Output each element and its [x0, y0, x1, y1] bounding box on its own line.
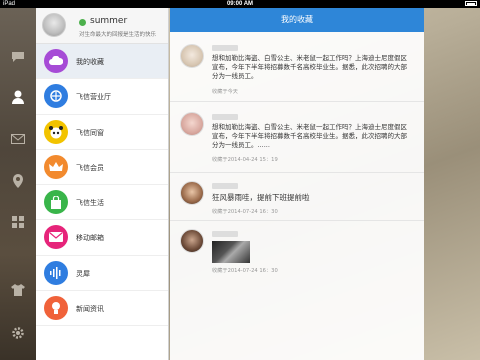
menu-item-label: 飞信同窗: [76, 128, 104, 137]
avatar[interactable]: [42, 13, 66, 37]
fetion-logo-icon: [44, 84, 68, 109]
menu-item-mobile-mail[interactable]: 移动邮箱: [36, 220, 168, 256]
avatar[interactable]: [180, 181, 204, 205]
menu-item-label: 移动邮箱: [76, 234, 104, 243]
mail-icon: [44, 225, 68, 250]
menu-item-favorites[interactable]: 我的收藏: [36, 44, 168, 80]
author-name-placeholder: [212, 114, 238, 120]
profile-signature: 对生命最大的回报是生活的快乐: [79, 32, 157, 38]
list-item[interactable]: 收藏于2014-07-24 16：30: [170, 221, 424, 281]
icon-rail: [0, 8, 36, 360]
news-icon: [44, 296, 68, 321]
person-icon[interactable]: [9, 88, 27, 106]
crown-icon: [44, 154, 68, 179]
location-pin-icon[interactable]: [9, 172, 27, 190]
menu-item-label: 灵犀: [76, 269, 90, 278]
author-name-placeholder: [212, 45, 238, 51]
post-time: 收藏于2014-07-24 16：30: [212, 268, 278, 274]
post-time: 收藏于今天: [212, 89, 238, 95]
menu-item-business-hall[interactable]: 飞信营业厅: [36, 79, 168, 115]
post-text: 想和加勒比海盗、白雪公主、米老鼠一起工作吗？上海迪士尼度假区宣布，今年下半年将招…: [212, 54, 407, 80]
menu-item-classmates[interactable]: 飞信同窗: [36, 115, 168, 150]
chat-bubble-icon[interactable]: [9, 48, 27, 66]
avatar[interactable]: [180, 44, 204, 68]
menu-item-label: 飞信营业厅: [76, 93, 111, 102]
battery-icon: [465, 1, 477, 6]
shopping-bag-icon: [44, 190, 68, 215]
menu-item-news[interactable]: 新闻资讯: [36, 291, 168, 327]
menu-item-label: 飞信生活: [76, 199, 104, 208]
favorites-panel: 我的收藏 想和加勒比海盗、白雪公主、米老鼠一起工作吗？上海迪士尼度假区宣布，今年…: [170, 8, 424, 360]
menu-item-lingxi[interactable]: 灵犀: [36, 256, 168, 292]
menu-item-label: 我的收藏: [76, 58, 104, 66]
online-status-icon: [79, 19, 86, 26]
author-name-placeholder: [212, 183, 238, 189]
menu-item-life[interactable]: 飞信生活: [36, 185, 168, 221]
post-time: 收藏于2014-07-24 16：30: [212, 209, 278, 215]
profile-name: summer: [90, 16, 128, 26]
cloud-icon: [44, 49, 68, 73]
clock: 09:00 AM: [226, 1, 254, 7]
apps-grid-icon[interactable]: [9, 213, 27, 231]
status-bar: iPad 09:00 AM: [0, 0, 480, 8]
menu-item-membership[interactable]: 飞信会员: [36, 150, 168, 186]
gear-icon[interactable]: [9, 324, 27, 342]
author-name-placeholder: [212, 231, 238, 237]
avatar[interactable]: [180, 112, 204, 136]
avatar[interactable]: [180, 229, 204, 253]
list-item[interactable]: 想和加勒比海盗、白雪公主、米老鼠一起工作吗？上海迪士尼度假区宣布，今年下半年将招…: [170, 102, 424, 173]
page-title: 我的收藏: [170, 8, 424, 32]
post-text: 想和加勒比海盗、白雪公主、米老鼠一起工作吗？上海迪士尼度假区宣布，今年下半年将招…: [212, 123, 407, 149]
post-image[interactable]: [212, 241, 250, 263]
shirt-icon[interactable]: [9, 281, 27, 299]
post-text: 狂风暴雨哇，提前下班提前啦: [212, 193, 310, 202]
panda-icon: [44, 119, 68, 144]
side-menu: summer 对生命最大的回报是生活的快乐 我的收藏 飞信营业厅 飞信同窗 飞信…: [36, 8, 169, 360]
post-time: 收藏于2014-04-24 15：19: [212, 157, 278, 163]
list-item[interactable]: 狂风暴雨哇，提前下班提前啦 收藏于2014-07-24 16：30: [170, 173, 424, 221]
voice-wave-icon: [44, 260, 68, 285]
menu-item-label: 新闻资讯: [76, 305, 104, 314]
profile-card[interactable]: summer 对生命最大的回报是生活的快乐: [36, 8, 168, 44]
mail-icon[interactable]: [9, 130, 27, 148]
list-item[interactable]: 想和加勒比海盗、白雪公主、米老鼠一起工作吗？上海迪士尼度假区宣布，今年下半年将招…: [170, 32, 424, 102]
menu-item-label: 飞信会员: [76, 163, 104, 172]
